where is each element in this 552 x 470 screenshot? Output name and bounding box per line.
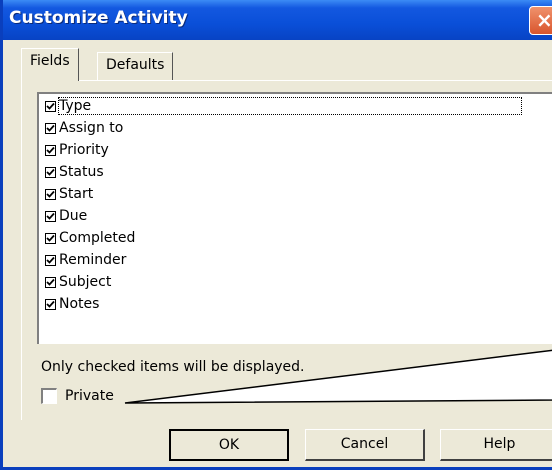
- callout-lines: [124, 349, 552, 404]
- callout-pointer-shape: [124, 349, 552, 404]
- customize-activity-dialog: Customize Activity × Fields Defaults Typ…: [0, 0, 552, 470]
